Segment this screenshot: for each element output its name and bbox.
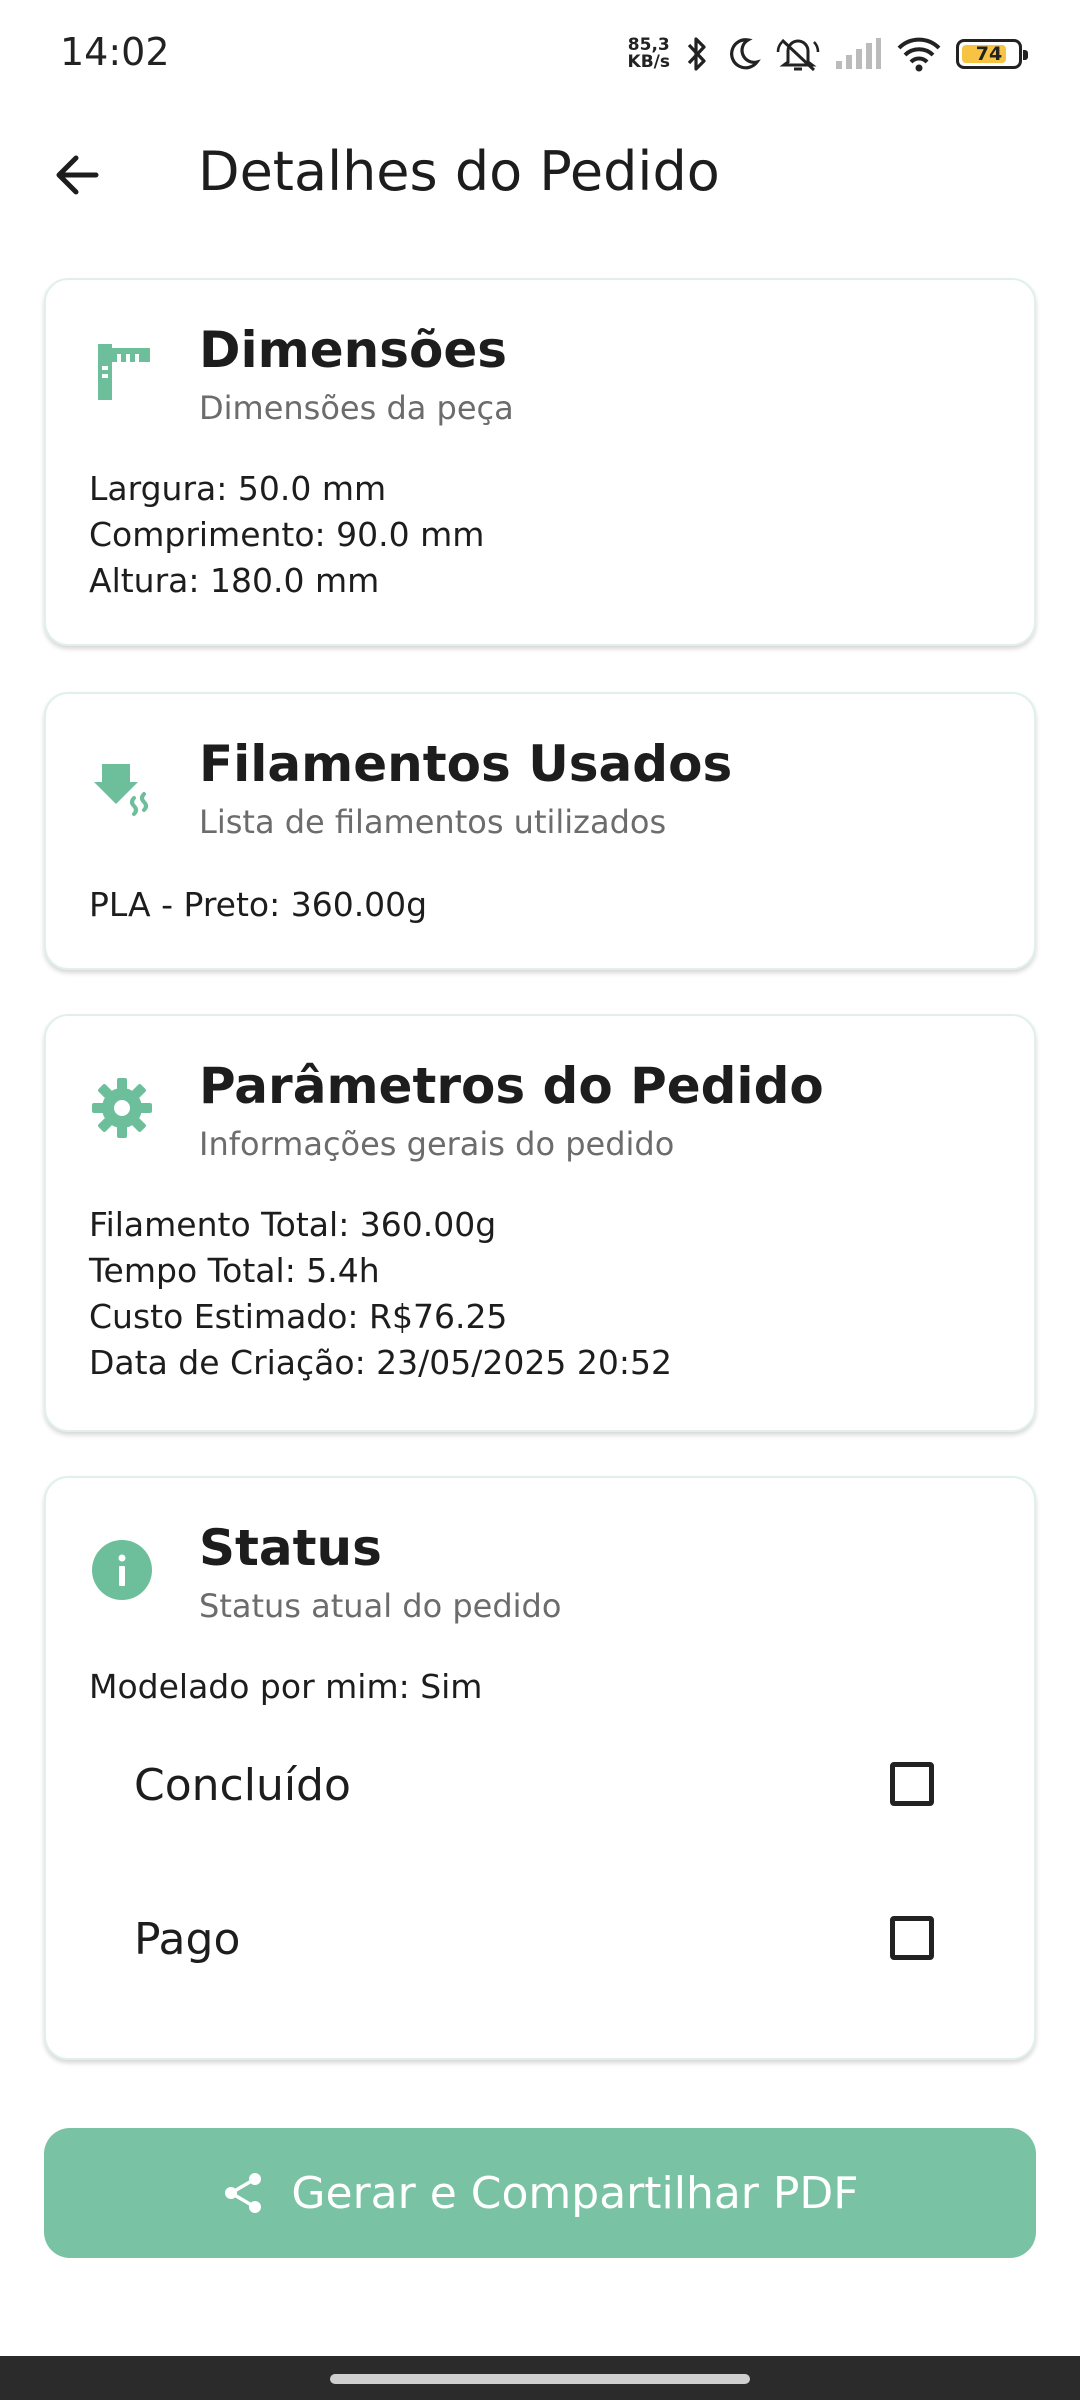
card-title: Status: [199, 1519, 382, 1577]
completed-checkbox[interactable]: [890, 1762, 934, 1806]
card-title: Dimensões: [199, 321, 508, 379]
ruler-icon: [90, 340, 154, 404]
status-list: Modelado por mim: Sim: [89, 1664, 482, 1710]
network-speed-unit: KB/s: [627, 52, 670, 72]
card-title: Filamentos Usados: [199, 735, 733, 793]
status-time: 14:02: [60, 30, 170, 74]
paid-checkbox-row[interactable]: Pago: [134, 1890, 954, 1990]
card-title: Parâmetros do Pedido: [199, 1057, 824, 1115]
parameters-list: Filamento Total: 360.00g Tempo Total: 5.…: [89, 1202, 672, 1386]
wifi-icon: [896, 36, 942, 72]
dimensions-list: Largura: 50.0 mm Comprimento: 90.0 mm Al…: [89, 466, 484, 604]
battery-icon: 74: [956, 39, 1028, 69]
battery-cap: [1023, 50, 1028, 60]
card-subtitle: Status atual do pedido: [199, 1587, 562, 1625]
moon-icon: [724, 35, 762, 73]
filament-item: PLA - Preto: 360.00g: [89, 885, 428, 924]
generate-share-pdf-button[interactable]: Gerar e Compartilhar PDF: [44, 2128, 1036, 2258]
status-icons: 85,3 KB/s 74: [628, 28, 1028, 80]
length-value: Comprimento: 90.0 mm: [89, 515, 485, 554]
card-subtitle: Dimensões da peça: [199, 389, 514, 427]
estimated-cost: Custo Estimado: R$76.25: [89, 1297, 508, 1336]
completed-checkbox-row[interactable]: Concluído: [134, 1736, 954, 1836]
home-gesture-handle[interactable]: [330, 2374, 750, 2384]
card-subtitle: Lista de filamentos utilizados: [199, 803, 667, 841]
mute-icon: [776, 34, 820, 74]
creation-date: Data de Criação: 23/05/2025 20:52: [89, 1343, 672, 1382]
bluetooth-icon: [684, 34, 710, 74]
card-subtitle: Informações gerais do pedido: [199, 1125, 675, 1163]
info-icon: [90, 1538, 154, 1602]
status-card: Status Status atual do pedido Modelado p…: [44, 1476, 1036, 2060]
width-value: Largura: 50.0 mm: [89, 469, 387, 508]
height-value: Altura: 180.0 mm: [89, 561, 380, 600]
paid-checkbox[interactable]: [890, 1916, 934, 1960]
modeled-by-me: Modelado por mim: Sim: [89, 1667, 483, 1706]
page-title: Detalhes do Pedido: [198, 140, 720, 203]
share-icon: [225, 2173, 262, 2213]
back-button[interactable]: [40, 138, 114, 212]
network-speed: 85,3 KB/s: [628, 37, 670, 71]
app-bar: Detalhes do Pedido: [0, 112, 1080, 232]
filaments-card: Filamentos Usados Lista de filamentos ut…: [44, 692, 1036, 970]
signal-icon: [834, 37, 882, 71]
total-filament: Filamento Total: 360.00g: [89, 1205, 497, 1244]
filament-icon: [90, 754, 154, 818]
completed-label: Concluído: [134, 1760, 351, 1811]
dimensions-card: Dimensões Dimensões da peça Largura: 50.…: [44, 278, 1036, 646]
battery-level: 74: [975, 43, 1003, 65]
total-time: Tempo Total: 5.4h: [89, 1251, 380, 1290]
status-bar: 14:02 85,3 KB/s 74: [0, 0, 1080, 108]
filaments-list: PLA - Preto: 360.00g: [89, 882, 427, 928]
pdf-button-label: Gerar e Compartilhar PDF: [291, 2167, 859, 2219]
gear-icon: [90, 1076, 154, 1140]
parameters-card: Parâmetros do Pedido Informações gerais …: [44, 1014, 1036, 1432]
system-nav-bar: [0, 2356, 1080, 2400]
arrow-back-icon: [56, 155, 99, 195]
paid-label: Pago: [134, 1914, 241, 1965]
